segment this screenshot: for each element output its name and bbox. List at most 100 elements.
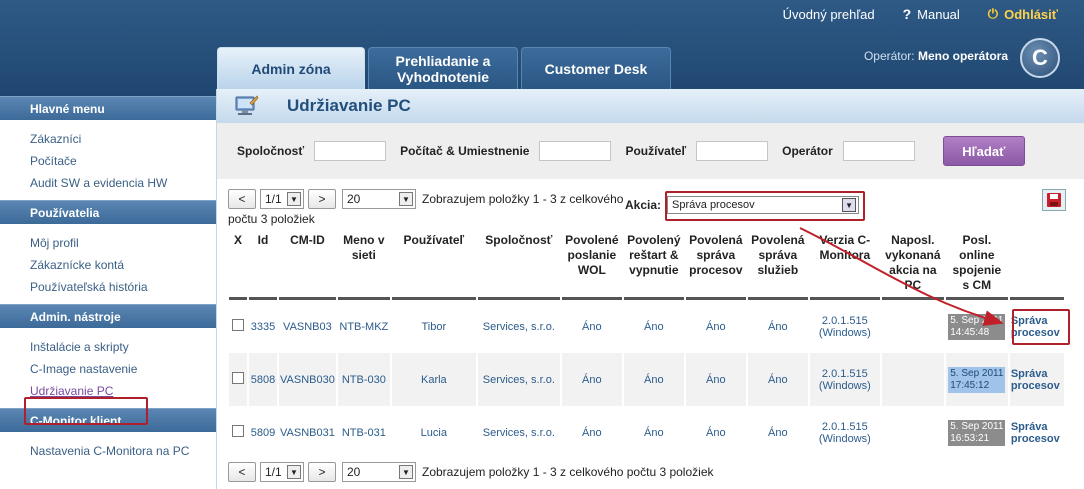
manual-link[interactable]: ? Manual — [903, 6, 960, 22]
highlight-action-cell — [1012, 309, 1070, 345]
version-os: (Windows) — [818, 326, 871, 339]
version-number: 2.0.1.515 — [821, 367, 868, 380]
version-os: (Windows) — [818, 379, 871, 392]
cell-process: Áno — [706, 426, 726, 439]
sidebar-section-users[interactable]: Používatelia — [0, 200, 216, 224]
cell-version: 2.0.1.515 (Windows) — [809, 353, 880, 406]
filter-bar: Spoločnosť Počítač & Umiestnenie Používa… — [217, 123, 1084, 179]
action-line2: procesov — [1010, 432, 1060, 445]
action-line1: Správa — [1010, 367, 1048, 380]
cell-id: 5809 — [250, 426, 276, 439]
last-online-date: 5. Sep 2011 — [950, 367, 1004, 379]
cell-wol: Áno — [561, 353, 622, 406]
tab-browse-evaluate[interactable]: Prehliadanie a Vyhodnotenie — [368, 47, 518, 89]
company-filter-input[interactable] — [314, 141, 387, 161]
prev-page-button[interactable]: < — [228, 462, 256, 482]
chevron-down-icon: ▼ — [399, 192, 413, 206]
last-online-time: 16:53:21 — [950, 432, 990, 444]
action-line2: procesov — [1010, 379, 1060, 392]
sidebar-item-customer-accounts[interactable]: Zákaznícke kontá — [30, 254, 216, 276]
cell-action: Správa procesov — [1009, 353, 1064, 406]
sidebar-section-main-menu[interactable]: Hlavné menu — [0, 96, 216, 120]
cell-last-online: 5. Sep 2011 16:53:21 — [946, 406, 1008, 459]
manual-label: Manual — [917, 6, 960, 22]
tab-customer-desk[interactable]: Customer Desk — [521, 47, 671, 89]
pc-maintenance-icon — [235, 95, 259, 115]
question-icon: ? — [902, 6, 912, 22]
last-online-value: 5. Sep 2011 16:53:21 — [948, 419, 1006, 446]
overview-label: Úvodný prehľad — [782, 6, 875, 22]
row-checkbox[interactable] — [232, 372, 244, 384]
version-os: (Windows) — [818, 432, 871, 445]
prev-page-button[interactable]: < — [228, 189, 256, 209]
col-company: Spoločnosť — [477, 231, 560, 300]
tab-admin-zone[interactable]: Admin zóna — [217, 47, 365, 90]
per-page-value: 20 — [347, 192, 361, 206]
table-row[interactable]: 5808 VASNB030 NTB-030 Karla Services, s.… — [229, 353, 1064, 406]
cell-user: Karla — [391, 353, 476, 406]
page-select-value: 1/1 — [265, 192, 282, 206]
last-online-date: 5. Sep 2011 — [950, 314, 1004, 326]
sidebar: Hlavné menu Zákazníci Počítače Audit SW … — [0, 96, 216, 489]
computer-filter-input[interactable] — [539, 141, 612, 161]
sidebar-item-c-monitor-settings[interactable]: Nastavenia C-Monitora na PC — [30, 440, 216, 462]
col-cmid: CM-ID — [279, 231, 336, 300]
sidebar-item-installations[interactable]: Inštalácie a skripty — [30, 336, 216, 358]
sidebar-item-computers[interactable]: Počítače — [30, 150, 216, 172]
cell-last-online: 5. Sep 2011 17:45:12 — [945, 353, 1008, 406]
chevron-down-icon: ▼ — [287, 192, 301, 206]
user-filter-input[interactable] — [696, 141, 769, 161]
cell-last-online: 5. Sep 2011 14:45:48 — [946, 300, 1008, 353]
cell-user: Lucia — [420, 426, 447, 439]
action-line1: Správa — [1010, 420, 1048, 433]
pager-bottom: < 1/1 ▼ > 20 ▼ Zobrazujem položky 1 - 3 z … — [228, 462, 714, 482]
cell-process: Áno — [685, 353, 746, 406]
sidebar-item-user-history[interactable]: Používateľská história — [30, 276, 216, 298]
next-page-button[interactable]: > — [308, 189, 336, 209]
row-checkbox[interactable] — [232, 319, 244, 331]
col-restart: Povolený reštart & vypnutie — [623, 231, 684, 300]
sidebar-item-customers[interactable]: Zákazníci — [30, 128, 216, 150]
cell-version: 2.0.1.515 (Windows) — [810, 406, 880, 459]
sidebar-item-audit[interactable]: Audit SW a evidencia HW — [30, 172, 216, 194]
main-content: Udržiavanie PC Spoločnosť Počítač & Umie… — [216, 89, 1084, 489]
last-online-value: 5. Sep 2011 14:45:48 — [948, 313, 1006, 340]
table-row[interactable]: 3335 VASNB03 NTB-MKZ Tibor Services, s.r… — [229, 300, 1064, 353]
col-last-online: Posl. online spojenie s CM — [945, 231, 1008, 300]
sidebar-section-admin-tools[interactable]: Admin. nástroje — [0, 304, 216, 328]
cell-services: Áno — [768, 426, 788, 439]
page-select[interactable]: 1/1 ▼ — [260, 462, 304, 482]
page-title-bar: Udržiavanie PC — [217, 89, 1084, 123]
sidebar-item-my-profile[interactable]: Môj profil — [30, 232, 216, 254]
table-row[interactable]: 5809 VASNB031 NTB-031 Lucia Services, s.… — [229, 406, 1064, 459]
computer-filter-label: Počítač & Umiestnenie — [400, 144, 530, 158]
operator-filter-input[interactable] — [842, 141, 915, 161]
col-action — [1009, 231, 1064, 300]
maintenance-table: X Id CM-ID Meno v sieti Používateľ Spolo… — [227, 231, 1066, 459]
save-button[interactable] — [1042, 189, 1066, 211]
last-online-time: 14:45:48 — [950, 326, 990, 338]
pager-summary-bottom: Zobrazujem položky 1 - 3 z celkového poč… — [422, 465, 714, 479]
page-select[interactable]: 1/1 ▼ — [260, 189, 304, 209]
save-icon — [1047, 193, 1061, 207]
sidebar-item-c-image[interactable]: C-Image nastavenie — [30, 358, 216, 380]
pager-summary-top: Zobrazujem položky 1 - 3 z celkového — [422, 192, 624, 206]
per-page-select[interactable]: 20 ▼ — [342, 189, 416, 209]
cell-cmid: VASNB03 — [283, 320, 332, 333]
row-checkbox[interactable] — [232, 425, 244, 437]
col-wol: Povolené poslanie WOL — [561, 231, 622, 300]
col-network-name: Meno v sieti — [337, 231, 390, 300]
cell-last-action — [882, 406, 944, 459]
per-page-select[interactable]: 20 ▼ — [342, 462, 416, 482]
cell-company: Services, s.r.o. — [482, 320, 555, 333]
highlight-action-select — [665, 191, 865, 221]
cell-id: 3335 — [250, 320, 276, 333]
overview-link[interactable]: Úvodný prehľad — [783, 6, 875, 22]
logout-link[interactable]: ⏻ Odhlásiť — [988, 6, 1058, 22]
col-last-action: Naposl. vykonaná akcia na PC — [881, 231, 944, 300]
action-label: Akcia: — [625, 198, 662, 212]
company-filter-label: Spoločnosť — [237, 144, 305, 158]
per-page-value: 20 — [347, 465, 361, 479]
search-button[interactable]: Hľadať — [942, 136, 1025, 166]
next-page-button[interactable]: > — [308, 462, 336, 482]
